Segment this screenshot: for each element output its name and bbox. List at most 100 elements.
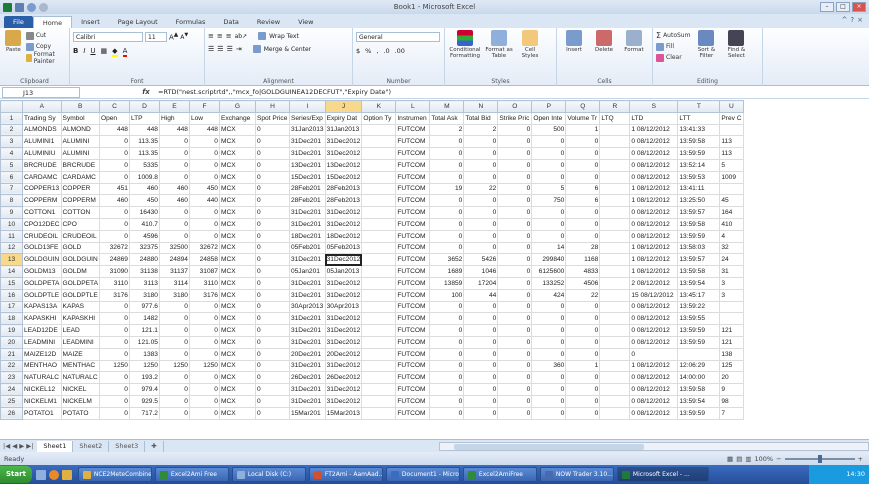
cell[interactable]: 31Dec201	[288, 135, 326, 149]
cell[interactable]: 1	[565, 359, 601, 373]
cell[interactable]: 424	[531, 288, 567, 302]
cell[interactable]: FUTCOM	[395, 312, 431, 326]
zoom-out-icon[interactable]: −	[776, 455, 781, 463]
cell[interactable]: NATURALC	[60, 371, 100, 385]
cell[interactable]: 30Apr2013	[288, 300, 326, 314]
cell[interactable]: 0	[497, 300, 533, 314]
cell[interactable]: 0	[98, 347, 130, 361]
cell[interactable]: 1 08/12/2012	[629, 182, 679, 196]
cell[interactable]: FUTCOM	[395, 253, 431, 267]
cell[interactable]: 0 08/12/2012	[629, 170, 679, 184]
maximize-icon[interactable]: □	[836, 2, 850, 12]
cell[interactable]: 0	[531, 170, 567, 184]
cell[interactable]: 0	[463, 371, 499, 385]
cell[interactable]: 1 08/12/2012	[629, 265, 679, 278]
cell[interactable]: FUTCOM	[395, 288, 431, 302]
cell[interactable]: 0	[463, 206, 499, 219]
column-header-j[interactable]: J	[324, 100, 363, 113]
quick-launch-icon[interactable]	[35, 469, 46, 480]
cell[interactable]: LEAD12DE	[22, 324, 62, 337]
cell[interactable]: ALUMINI	[60, 147, 100, 160]
cell[interactable]	[719, 182, 744, 196]
cell[interactable]	[599, 135, 631, 149]
cell[interactable]: Instrumen	[395, 111, 431, 125]
cell[interactable]: 13:59:55	[677, 312, 721, 326]
row-header[interactable]: 21	[0, 347, 23, 361]
cell[interactable]: 0	[531, 229, 567, 243]
cell[interactable]: 460	[98, 194, 130, 208]
cell[interactable]: 138	[719, 347, 744, 361]
cell[interactable]: MCX	[218, 335, 256, 349]
cell[interactable]: 0	[565, 147, 601, 160]
cell[interactable]: 31Jan2013	[324, 123, 363, 137]
taskbar-item[interactable]: Document1 - Micro...	[385, 467, 460, 482]
cell[interactable]: 0	[565, 158, 601, 172]
cell[interactable]: 28Feb2013	[324, 182, 363, 196]
number-format-combo[interactable]: General	[356, 32, 440, 42]
cell[interactable]: MCX	[218, 371, 256, 385]
cell[interactable]: GOLDGUIN	[60, 253, 100, 267]
cell[interactable]	[361, 335, 397, 349]
cell[interactable]: 0	[188, 158, 220, 172]
last-sheet-icon[interactable]: ▶|	[26, 442, 33, 450]
cell[interactable]: 0	[531, 217, 567, 231]
cell[interactable]	[677, 347, 721, 361]
cell[interactable]: 31Dec201	[288, 288, 326, 302]
prev-sheet-icon[interactable]: ◀	[12, 442, 17, 450]
cell[interactable]: 45	[719, 194, 744, 208]
cell[interactable]: 1009	[719, 170, 744, 184]
cell[interactable]: 31Dec2012	[324, 135, 363, 149]
cell[interactable]: 31Dec2012	[324, 335, 363, 349]
worksheet-grid[interactable]: ABCDEFGHIJKLMNOPQRSTU 1 Trading Sy Symbol O…	[0, 100, 869, 439]
cell[interactable]: 6	[565, 194, 601, 208]
cell[interactable]: 0	[254, 359, 290, 373]
column-header-n[interactable]: N	[463, 100, 499, 113]
cell[interactable]: FUTCOM	[395, 300, 431, 314]
sheet-tab-1[interactable]: Sheet1	[37, 440, 74, 452]
cell[interactable]: 0	[565, 170, 601, 184]
row-header[interactable]: 13	[0, 253, 23, 267]
cell[interactable]: KAPASKHI	[60, 312, 100, 326]
cell[interactable]: 0	[463, 158, 499, 172]
cell[interactable]	[361, 170, 397, 184]
cell[interactable]: 0	[429, 324, 465, 337]
cell[interactable]: LEADMINI	[22, 335, 62, 349]
cell[interactable]: 0	[497, 123, 533, 137]
cell[interactable]: 0	[429, 206, 465, 219]
cell[interactable]	[599, 170, 631, 184]
align-top-icon[interactable]: ≡	[208, 32, 214, 40]
cell[interactable]: 1 08/12/2012	[629, 123, 679, 137]
cell[interactable]: 979.4	[128, 383, 160, 396]
cell[interactable]: 193.2	[128, 371, 160, 385]
cell[interactable]: 164	[719, 206, 744, 219]
cell[interactable]	[361, 312, 397, 326]
column-header-a[interactable]: A	[22, 100, 62, 113]
cell[interactable]	[361, 241, 397, 255]
cell[interactable]	[599, 241, 631, 255]
cell[interactable]: 13:41:33	[677, 123, 721, 137]
align-middle-icon[interactable]: ≡	[217, 32, 223, 40]
cell[interactable]: 0	[565, 300, 601, 314]
row-header[interactable]: 12	[0, 241, 23, 255]
cell[interactable]: Strike Pric	[497, 111, 533, 125]
cell[interactable]: 0	[254, 335, 290, 349]
cell[interactable]: 31Dec2012	[324, 383, 363, 396]
bold-icon[interactable]: B	[73, 47, 78, 57]
cell[interactable]: 0	[254, 288, 290, 302]
cell[interactable]	[599, 383, 631, 396]
zoom-level[interactable]: 100%	[755, 455, 774, 463]
cell[interactable]: 1482	[128, 312, 160, 326]
cell[interactable]: Open Inte	[531, 111, 567, 125]
insert-cells-button[interactable]: Insert	[560, 30, 588, 84]
cell[interactable]	[361, 206, 397, 219]
cell[interactable]: CRUDEOIL	[22, 229, 62, 243]
cell[interactable]	[599, 194, 631, 208]
cell[interactable]: 0	[188, 206, 220, 219]
cell[interactable]: 0	[497, 206, 533, 219]
cell[interactable]: 05Feb201	[288, 241, 326, 255]
cell[interactable]: 31Dec201	[288, 206, 326, 219]
cell[interactable]: 0	[497, 158, 533, 172]
cell[interactable]: MCX	[218, 158, 256, 172]
cell[interactable]	[599, 158, 631, 172]
taskbar-item[interactable]: NOW Trader 3.10...	[539, 467, 614, 482]
